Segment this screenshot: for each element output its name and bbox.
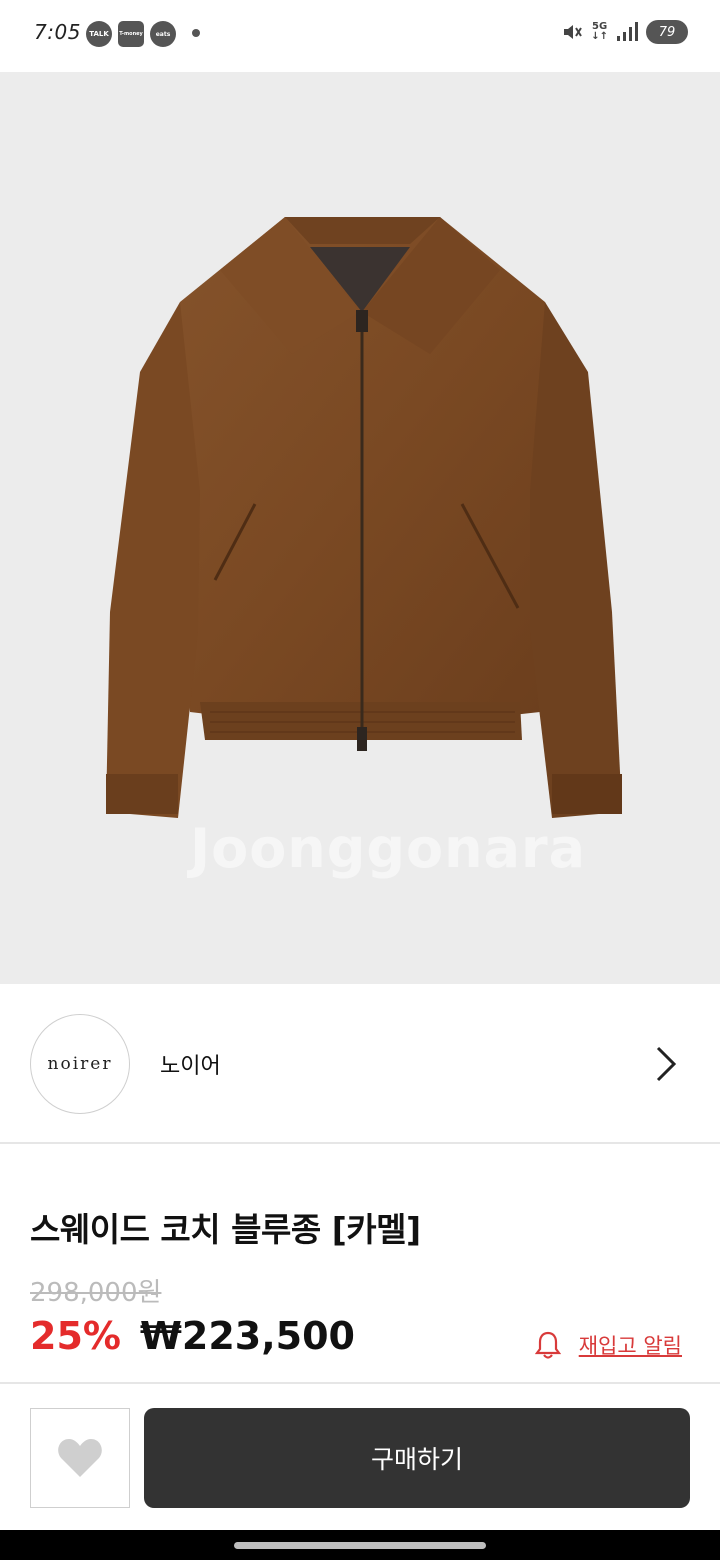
product-title: 스웨이드 코치 블루종 [카멜]	[30, 1210, 421, 1249]
restock-alert-button[interactable]: 재입고 알림	[534, 1330, 682, 1360]
sale-price: ₩223,500	[140, 1314, 355, 1358]
kakaotalk-notification-icon: TALK	[86, 21, 112, 47]
seller-logo: noirer	[30, 1014, 130, 1114]
heart-icon	[58, 1439, 102, 1477]
coupang-eats-notification-icon: eats	[150, 21, 176, 47]
wishlist-button[interactable]	[30, 1408, 130, 1508]
more-notifications-dot-icon	[192, 29, 200, 37]
discount-rate: 25%	[30, 1314, 121, 1358]
seller-name: 노이어	[160, 1054, 221, 1079]
chevron-right-icon[interactable]	[650, 1044, 680, 1084]
mute-icon	[564, 25, 583, 39]
bell-icon	[534, 1331, 561, 1359]
home-gesture-handle[interactable]	[234, 1542, 486, 1549]
tmoney-notification-icon: T-money	[118, 21, 144, 47]
bottom-action-bar: 구매하기	[0, 1382, 720, 1530]
original-price: 298,000원	[30, 1278, 162, 1308]
system-navigation-bar	[0, 1530, 720, 1560]
restock-alert-label: 재입고 알림	[578, 1334, 682, 1358]
product-image[interactable]: Joonggonara	[0, 72, 720, 984]
status-bar: 7:05 TALK T-money eats 5G ↓↑ 79	[0, 0, 720, 70]
status-indicators: 5G ↓↑ 79	[561, 20, 688, 44]
seller-row[interactable]: noirer 노이어	[0, 984, 720, 1144]
battery-icon: 79	[646, 20, 688, 44]
status-time: 7:05	[34, 20, 81, 44]
network-5g-icon: 5G ↓↑	[591, 21, 608, 42]
watermark: Joonggonara	[190, 817, 587, 880]
signal-icon	[617, 22, 638, 41]
buy-button[interactable]: 구매하기	[144, 1408, 690, 1508]
